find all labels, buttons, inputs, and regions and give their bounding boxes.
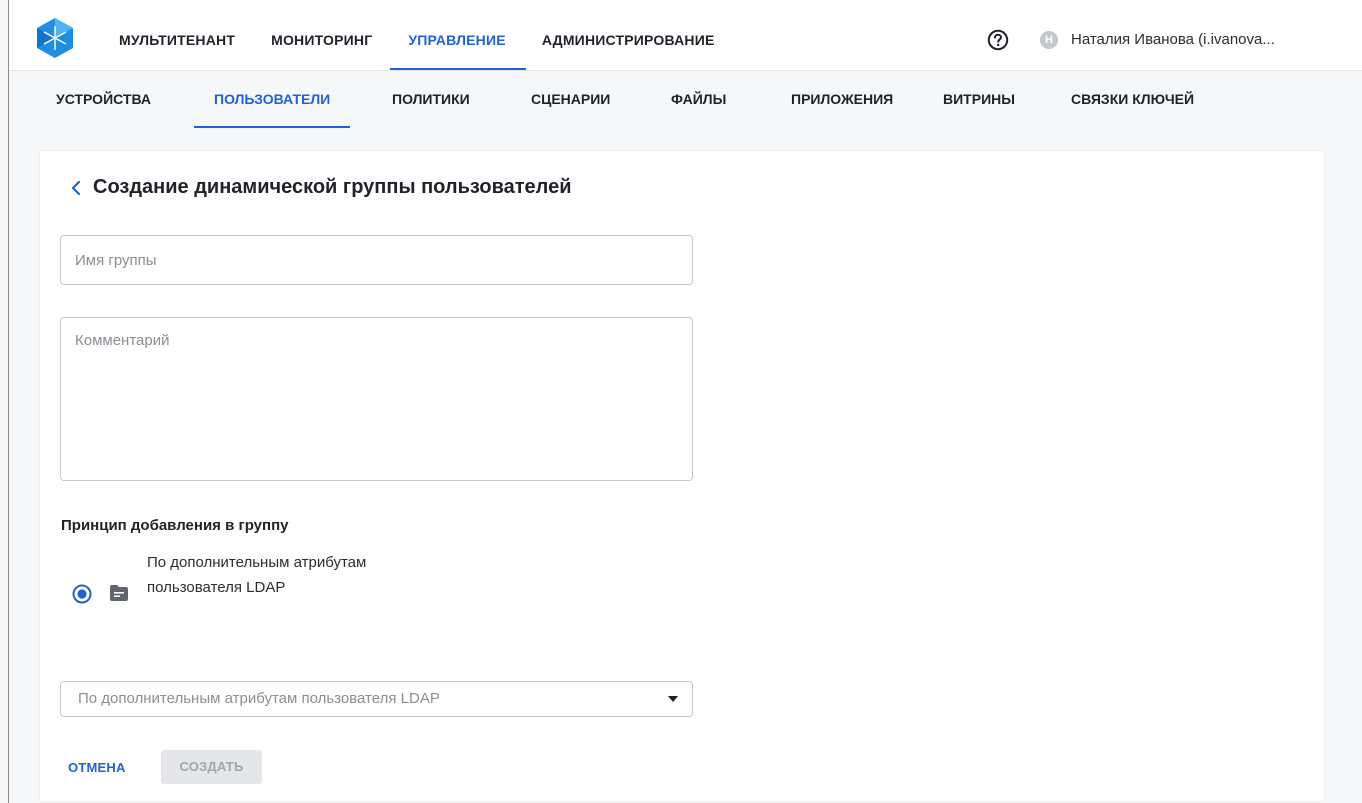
app-frame: МУЛЬТИТЕНАНТ МОНИТОРИНГ УПРАВЛЕНИЕ АДМИН… (8, 0, 1362, 803)
group-name-input[interactable] (61, 236, 692, 284)
main-nav: МУЛЬТИТЕНАНТ МОНИТОРИНГ УПРАВЛЕНИЕ АДМИН… (119, 0, 751, 70)
nav-multitenant[interactable]: МУЛЬТИТЕНАНТ (119, 0, 235, 70)
tab-keychains[interactable]: СВЯЗКИ КЛЮЧЕЙ (1071, 70, 1194, 128)
nav-administration[interactable]: АДМИНИСТРИРОВАНИЕ (542, 0, 715, 70)
tab-users[interactable]: ПОЛЬЗОВАТЕЛИ (193, 70, 351, 128)
create-button: СОЗДАТЬ (161, 750, 262, 784)
help-icon[interactable] (987, 29, 1009, 51)
comment-field[interactable] (60, 317, 693, 481)
page-title: Создание динамической группы пользовател… (93, 176, 572, 198)
cancel-button[interactable]: ОТМЕНА (68, 760, 126, 775)
tab-files[interactable]: ФАЙЛЫ (671, 70, 726, 128)
radio-option-label[interactable]: По дополнительным атрибутам пользователя… (147, 550, 407, 600)
user-name[interactable]: Наталия Иванова (i.ivanova... (1071, 31, 1275, 48)
nav-management[interactable]: УПРАВЛЕНИЕ (390, 0, 527, 70)
ldap-attributes-radio[interactable] (72, 584, 92, 604)
select-value: По дополнительным атрибутам пользователя… (78, 690, 440, 707)
tab-policies[interactable]: ПОЛИТИКИ (392, 70, 470, 128)
tab-scenarios[interactable]: СЦЕНАРИИ (531, 70, 610, 128)
back-chevron-icon[interactable] (68, 179, 84, 197)
sub-nav: УСТРОЙСТВА ПОЛЬЗОВАТЕЛИ ПОЛИТИКИ СЦЕНАРИ… (9, 70, 1362, 128)
tab-applications[interactable]: ПРИЛОЖЕНИЯ (791, 70, 893, 128)
tab-devices[interactable]: УСТРОЙСТВА (56, 70, 151, 128)
avatar[interactable]: Н (1040, 31, 1058, 49)
principle-label: Принцип добавления в группу (61, 517, 289, 534)
folder-icon (110, 585, 128, 601)
app-logo-icon[interactable] (37, 18, 73, 58)
form-card: Создание динамической группы пользовател… (39, 150, 1325, 802)
caret-down-icon[interactable] (668, 696, 678, 702)
nav-monitoring[interactable]: МОНИТОРИНГ (271, 0, 372, 70)
ldap-attribute-select[interactable]: По дополнительным атрибутам пользователя… (60, 681, 693, 717)
tab-showcases[interactable]: ВИТРИНЫ (943, 70, 1015, 128)
group-name-field[interactable] (60, 235, 693, 285)
top-header: МУЛЬТИТЕНАНТ МОНИТОРИНГ УПРАВЛЕНИЕ АДМИН… (9, 0, 1362, 71)
comment-input[interactable] (61, 318, 692, 480)
